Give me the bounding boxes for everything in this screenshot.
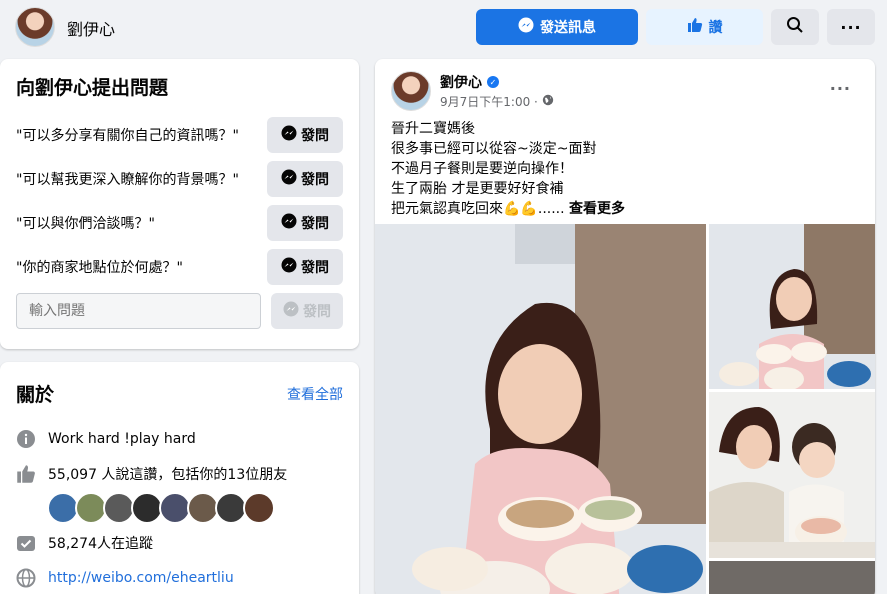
- post-time-text[interactable]: 9月7日下午1:00 ·: [440, 93, 538, 110]
- ask-button-label: 發問: [301, 172, 329, 188]
- more-options-button[interactable]: ···: [827, 9, 875, 45]
- ask-button-label: 發問: [301, 260, 329, 276]
- page-name[interactable]: 劉伊心: [67, 16, 115, 40]
- thumbs-up-icon: [16, 464, 36, 484]
- messenger-icon: [281, 169, 297, 189]
- ask-button[interactable]: 發問: [267, 249, 343, 285]
- about-followers-row: 58,274人在追蹤: [16, 533, 153, 553]
- question-text: "可以與你們洽談嗎？": [16, 216, 155, 232]
- post-line: 把元氣認真吃回來💪💪......: [391, 201, 570, 217]
- post-options-button[interactable]: ···: [830, 79, 851, 98]
- messenger-icon: [283, 301, 299, 321]
- ask-button-label: 發問: [301, 128, 329, 144]
- ask-submit-button[interactable]: 發問: [271, 293, 343, 329]
- about-website-row: http://weibo.com/eheartliu: [16, 568, 234, 588]
- post-card: 劉伊心 ✓ 9月7日下午1:00 · ··· 晉升二寶媽後 很多事已經可以從容~…: [375, 59, 875, 594]
- question-row: "你的商家地點位於何處？" 發問: [16, 249, 343, 285]
- post-line: 很多事已經可以從容~淡定~面對: [391, 141, 597, 157]
- ask-title: 向劉伊心提出問題: [16, 77, 169, 99]
- page-header: 劉伊心 發送訊息 讚 ···: [0, 0, 887, 56]
- post-photo-2[interactable]: [709, 224, 875, 389]
- question-text: "可以多分享有關你自己的資訊嗎？": [16, 128, 239, 144]
- see-all-link[interactable]: 查看全部: [287, 384, 343, 404]
- ask-button-label: 發問: [301, 216, 329, 232]
- see-more-link[interactable]: 查看更多: [569, 201, 625, 217]
- photo-illustration: [709, 392, 875, 558]
- friends-avatars: [47, 492, 275, 524]
- thumbs-up-icon: [687, 17, 703, 37]
- ask-button[interactable]: 發問: [267, 205, 343, 241]
- send-message-label: 發送訊息: [540, 20, 596, 36]
- messenger-icon: [281, 125, 297, 145]
- about-followers: 58,274人在追蹤: [48, 536, 153, 552]
- post-line: 晉升二寶媽後: [391, 121, 475, 137]
- messenger-icon: [281, 213, 297, 233]
- question-input[interactable]: [16, 293, 261, 329]
- question-row: "可以與你們洽談嗎？" 發問: [16, 205, 343, 241]
- avatar[interactable]: [243, 492, 275, 524]
- more-icon: ···: [840, 17, 862, 37]
- globe-small-icon: [542, 94, 554, 109]
- post-author-avatar[interactable]: [391, 71, 431, 111]
- messenger-icon: [518, 17, 534, 37]
- post-author-name[interactable]: 劉伊心: [440, 72, 482, 92]
- send-message-button[interactable]: 發送訊息: [476, 9, 638, 45]
- about-bio-row: Work hard !play hard: [16, 429, 196, 449]
- like-page-button[interactable]: 讚: [646, 9, 763, 45]
- ask-button[interactable]: 發問: [267, 117, 343, 153]
- question-row: "可以多分享有關你自己的資訊嗎？" 發問: [16, 117, 343, 153]
- question-text: "可以幫我更深入瞭解你的背景嗎？": [16, 172, 239, 188]
- like-label: 讚: [708, 20, 723, 36]
- page-avatar[interactable]: [15, 7, 55, 47]
- post-photo-4[interactable]: [709, 561, 875, 594]
- photo-illustration: [375, 224, 706, 594]
- post-photo-main[interactable]: [375, 224, 706, 594]
- about-likes: 55,097 人說這讚，包括你的13位朋友: [48, 467, 288, 483]
- ask-submit-label: 發問: [303, 304, 331, 320]
- globe-icon: [16, 568, 36, 588]
- post-timestamp: 9月7日下午1:00 ·: [440, 93, 554, 110]
- post-photo-3[interactable]: [709, 392, 875, 558]
- about-likes-row: 55,097 人說這讚，包括你的13位朋友: [16, 464, 287, 484]
- search-button[interactable]: [771, 9, 819, 45]
- info-icon: [16, 429, 36, 449]
- post-author: 劉伊心 ✓: [440, 72, 499, 92]
- messenger-icon: [281, 257, 297, 277]
- photo-illustration: [709, 224, 875, 389]
- more-icon: ···: [829, 79, 851, 98]
- search-icon: [786, 16, 804, 38]
- about-title: 關於: [16, 384, 55, 406]
- post-line: 生了兩胎 才是更要好好食補: [391, 181, 564, 197]
- about-bio: Work hard !play hard: [48, 431, 196, 447]
- verified-icon: ✓: [487, 76, 499, 88]
- ask-questions-card: 向劉伊心提出問題 "可以多分享有關你自己的資訊嗎？" 發問 "可以幫我更深入瞭解…: [0, 59, 359, 349]
- website-link[interactable]: http://weibo.com/eheartliu: [48, 570, 234, 586]
- about-card: 關於 查看全部 Work hard !play hard 55,097 人說這讚…: [0, 362, 359, 594]
- question-row: "可以幫我更深入瞭解你的背景嗎？" 發問: [16, 161, 343, 197]
- ask-button[interactable]: 發問: [267, 161, 343, 197]
- question-text: "你的商家地點位於何處？": [16, 260, 183, 276]
- post-line: 不過月子餐則是要逆向操作！: [391, 161, 573, 177]
- check-icon: [16, 533, 36, 553]
- post-body: 晉升二寶媽後 很多事已經可以從容~淡定~面對 不過月子餐則是要逆向操作！ 生了兩…: [391, 119, 625, 219]
- post-last-line: 把元氣認真吃回來💪💪...... 查看更多: [391, 199, 625, 219]
